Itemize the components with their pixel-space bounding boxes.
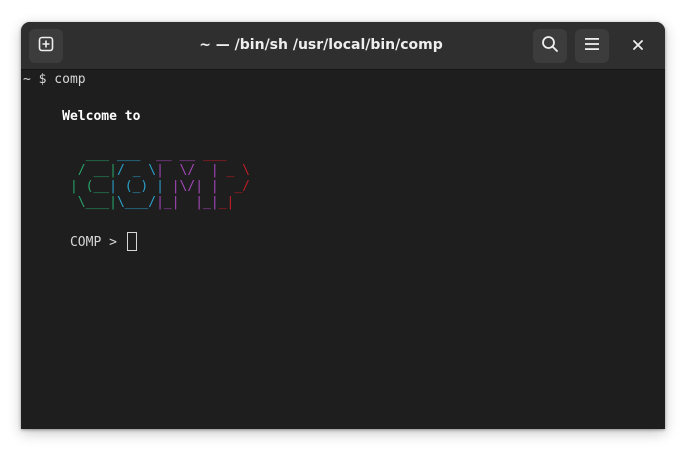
ascii-art-line-3: | (__| (_) | |\/| | _/ — [23, 163, 250, 194]
window-title: ~ — /bin/sh /usr/local/bin/comp — [199, 37, 443, 53]
hamburger-menu-icon — [584, 37, 600, 56]
art-segment-m: |_| |_| — [156, 195, 219, 210]
terminal-window: ~ — /bin/sh /usr/local/bin/comp ~ $ comp… — [21, 22, 665, 429]
prompt-line[interactable]: COMP > — [23, 216, 137, 251]
ascii-art-line-2: / __|/ _ \| \/ | _ \ — [23, 147, 250, 178]
welcome-text: Welcome to — [23, 109, 141, 124]
close-button[interactable] — [626, 34, 650, 58]
command-line: ~ $ comp — [23, 72, 86, 87]
ascii-art-line-1: ___ ___ __ __ ___ — [23, 131, 234, 162]
art-segment-c: \___| — [69, 195, 117, 210]
art-segment-o: \___/ — [116, 195, 157, 210]
art-segment-p: _| — [218, 195, 251, 210]
new-tab-button[interactable] — [29, 29, 63, 63]
new-tab-icon — [38, 36, 54, 57]
search-icon — [541, 35, 559, 58]
ascii-art-line-4: \___|\___/|_| |_|_| — [23, 179, 250, 210]
close-icon — [633, 37, 643, 55]
terminal-area[interactable]: ~ $ comp Welcome to ___ ___ __ __ ___ / … — [21, 70, 665, 429]
text-cursor — [126, 232, 137, 251]
search-button[interactable] — [533, 29, 567, 63]
header-bar: ~ — /bin/sh /usr/local/bin/comp — [21, 22, 665, 70]
menu-button[interactable] — [575, 29, 609, 63]
prompt-text: COMP > — [69, 235, 125, 250]
